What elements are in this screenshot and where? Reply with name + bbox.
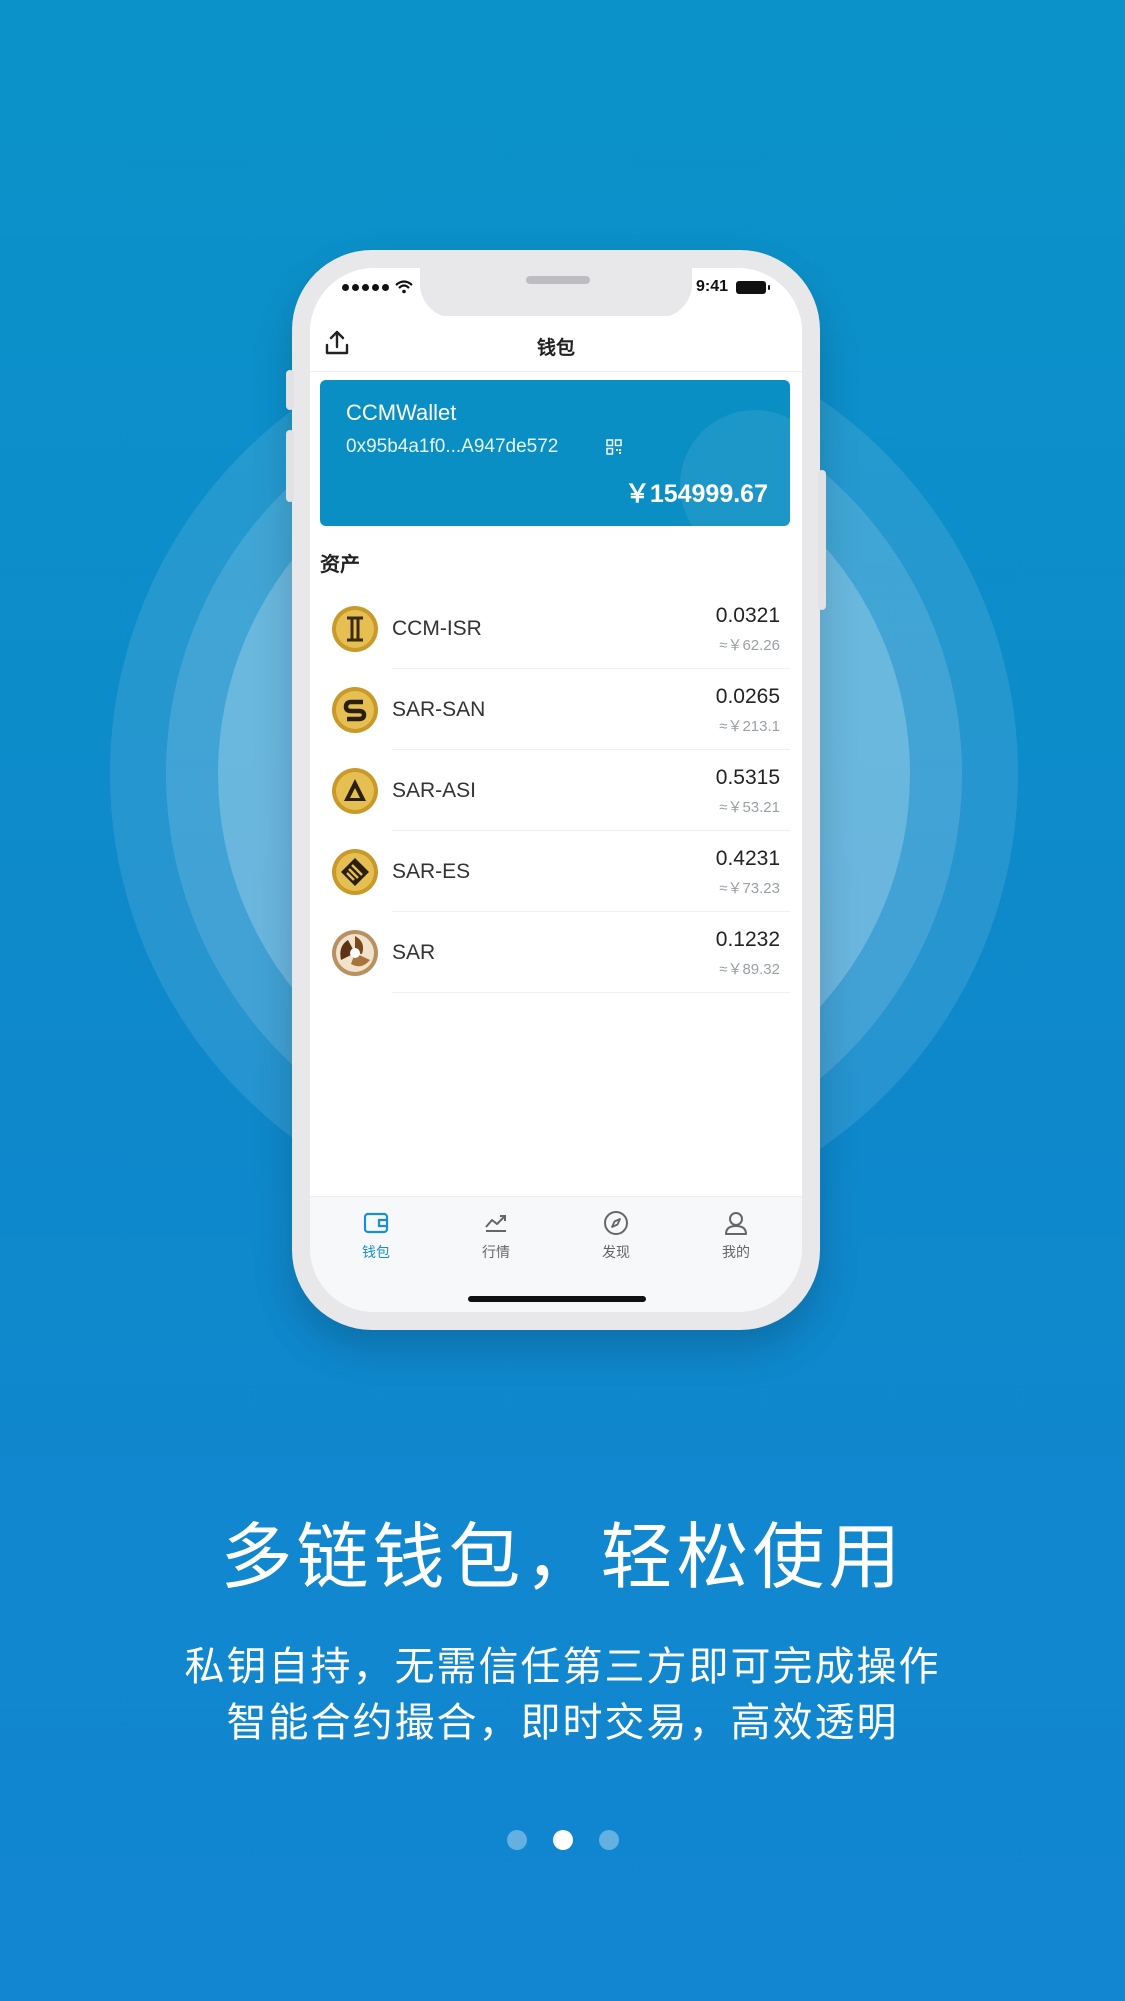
assets-section-title: 资产 bbox=[320, 554, 360, 576]
battery-icon bbox=[736, 281, 770, 294]
tab-market[interactable]: 行情 bbox=[456, 1209, 536, 1262]
phone-mute-button bbox=[286, 370, 294, 410]
tab-label: 钱包 bbox=[362, 1244, 390, 1260]
list-item[interactable]: SAR-ASI 0.5315 ≈￥53.21 bbox=[310, 750, 802, 831]
list-item[interactable]: CCM-ISR 0.0321 ≈￥62.26 bbox=[310, 588, 802, 669]
asset-fiat-value: ≈￥73.23 bbox=[719, 880, 780, 897]
asset-fiat-value: ≈￥53.21 bbox=[719, 799, 780, 816]
asset-list: CCM-ISR 0.0321 ≈￥62.26 SAR-SAN 0.0265 ≈￥… bbox=[310, 588, 802, 993]
page-indicator bbox=[0, 1830, 1125, 1850]
page-dot-1[interactable] bbox=[506, 1830, 527, 1850]
wallet-icon bbox=[363, 1212, 389, 1234]
wallet-name: CCMWallet bbox=[346, 400, 457, 425]
tab-label: 发现 bbox=[602, 1244, 630, 1260]
tab-bar: 钱包 行情 发现 我的 bbox=[310, 1196, 802, 1312]
page-title: 钱包 bbox=[536, 338, 575, 359]
asset-amount: 0.4231 bbox=[715, 847, 780, 870]
promo-line-2: 智能合约撮合，即时交易，高效透明 bbox=[226, 1701, 899, 1745]
asset-fiat-value: ≈￥213.1 bbox=[719, 718, 780, 735]
sar-coin-icon bbox=[332, 930, 378, 976]
asset-name: SAR-ASI bbox=[392, 779, 477, 802]
asset-name: SAR-ES bbox=[392, 860, 471, 883]
qr-code-icon[interactable] bbox=[606, 439, 622, 455]
tab-discover[interactable]: 发现 bbox=[576, 1209, 656, 1262]
compass-icon bbox=[604, 1211, 628, 1235]
tab-label: 行情 bbox=[482, 1244, 510, 1260]
asset-name: SAR bbox=[392, 941, 436, 964]
list-item[interactable]: SAR-SAN 0.0265 ≈￥213.1 bbox=[310, 669, 802, 750]
phone-mockup: 9:41 钱包 CCMWallet 0x95b4a1f0...A947de572… bbox=[286, 250, 826, 1330]
signal-icon bbox=[342, 283, 389, 291]
sar-san-coin-icon bbox=[332, 687, 378, 733]
sar-es-coin-icon bbox=[332, 849, 378, 895]
phone-screen: 9:41 钱包 CCMWallet 0x95b4a1f0...A947de572… bbox=[310, 268, 802, 1312]
tab-profile[interactable]: 我的 bbox=[696, 1209, 776, 1262]
asset-fiat-value: ≈￥89.32 bbox=[719, 961, 780, 978]
sar-asi-coin-icon bbox=[332, 768, 378, 814]
wallet-balance: ￥154999.67 bbox=[624, 480, 768, 508]
tab-wallet[interactable]: 钱包 bbox=[336, 1209, 416, 1262]
page-dot-3[interactable] bbox=[598, 1830, 619, 1850]
nav-bar: 钱包 bbox=[310, 316, 802, 372]
promo-headline: 多链钱包，轻松使用 bbox=[220, 1518, 905, 1598]
asset-fiat-value: ≈￥62.26 bbox=[719, 637, 780, 654]
phone-volume-button bbox=[286, 430, 294, 502]
user-icon bbox=[725, 1212, 747, 1235]
asset-amount: 0.0265 bbox=[715, 685, 780, 708]
list-item[interactable]: SAR 0.1232 ≈￥89.32 bbox=[310, 912, 802, 993]
ccm-isr-coin-icon bbox=[332, 606, 378, 652]
status-time: 9:41 bbox=[696, 278, 729, 295]
asset-amount: 0.5315 bbox=[715, 766, 780, 789]
asset-name: SAR-SAN bbox=[392, 698, 486, 721]
promo-line-1: 私钥自持，无需信任第三方即可完成操作 bbox=[184, 1645, 941, 1689]
list-item[interactable]: SAR-ES 0.4231 ≈￥73.23 bbox=[310, 831, 802, 912]
wallet-address: 0x95b4a1f0...A947de572 bbox=[346, 436, 559, 457]
page-dot-2[interactable] bbox=[552, 1830, 573, 1850]
home-indicator[interactable] bbox=[468, 1296, 646, 1302]
tab-label: 我的 bbox=[722, 1244, 750, 1260]
asset-amount: 0.1232 bbox=[715, 928, 780, 951]
speaker bbox=[526, 276, 590, 284]
notch bbox=[420, 268, 692, 318]
divider bbox=[392, 992, 790, 993]
wallet-card[interactable]: CCMWallet 0x95b4a1f0...A947de572 ￥154999… bbox=[320, 380, 790, 526]
wifi-icon bbox=[395, 280, 413, 294]
phone-power-button bbox=[818, 470, 826, 610]
asset-amount: 0.0321 bbox=[715, 604, 780, 627]
chart-icon bbox=[485, 1215, 506, 1232]
status-signal bbox=[342, 280, 413, 294]
asset-name: CCM-ISR bbox=[392, 617, 482, 640]
